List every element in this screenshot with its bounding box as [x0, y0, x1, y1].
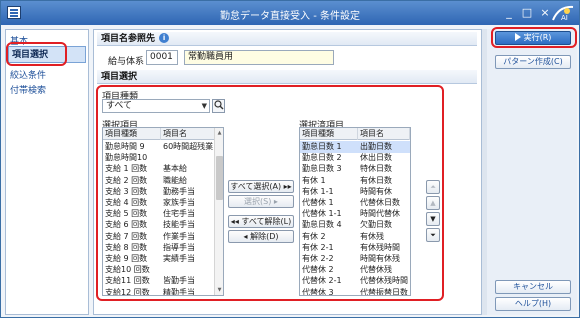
svg-text:AI: AI — [561, 14, 568, 22]
section-header-reference: 項目名参照先 i — [97, 32, 477, 46]
create-pattern-button[interactable]: パターン作成(C) — [495, 55, 571, 69]
title-bar: 勤怠データ直接受入 - 条件設定 _ □ × AI — [1, 1, 579, 25]
section-header-selection: 項目選択 — [97, 70, 477, 84]
nav-item-supplementary-search[interactable]: 付帯検索 — [10, 83, 46, 96]
info-icon[interactable]: i — [159, 33, 170, 43]
pay-system-name: 常勤職員用 — [184, 50, 334, 65]
minimize-button[interactable]: _ — [501, 5, 517, 20]
dialog-window: 勤怠データ直接受入 - 条件設定 _ □ × AI 基本 項目選択 絞込条件 付… — [0, 0, 580, 318]
pay-system-code: 0001 — [146, 50, 178, 65]
highlight-execute-button — [491, 27, 577, 48]
brand-logo: AI — [552, 5, 574, 22]
window-title: 勤怠データ直接受入 - 条件設定 — [220, 11, 360, 22]
highlight-nav-item — [6, 42, 67, 66]
nav-item-filter[interactable]: 絞込条件 — [10, 68, 46, 81]
left-navigation: 基本 項目選択 絞込条件 付帯検索 — [5, 29, 89, 315]
pay-system-label: 給与体系 — [108, 57, 145, 67]
reference-heading: 項目名参照先 — [101, 34, 156, 44]
help-button[interactable]: ヘルプ(H) — [495, 297, 571, 311]
action-panel: 実行(R) パターン作成(C) キャンセル ヘルプ(H) — [487, 29, 577, 315]
highlight-selection-area — [96, 85, 444, 301]
cancel-button[interactable]: キャンセル — [495, 280, 571, 294]
maximize-button[interactable]: □ — [519, 5, 535, 20]
